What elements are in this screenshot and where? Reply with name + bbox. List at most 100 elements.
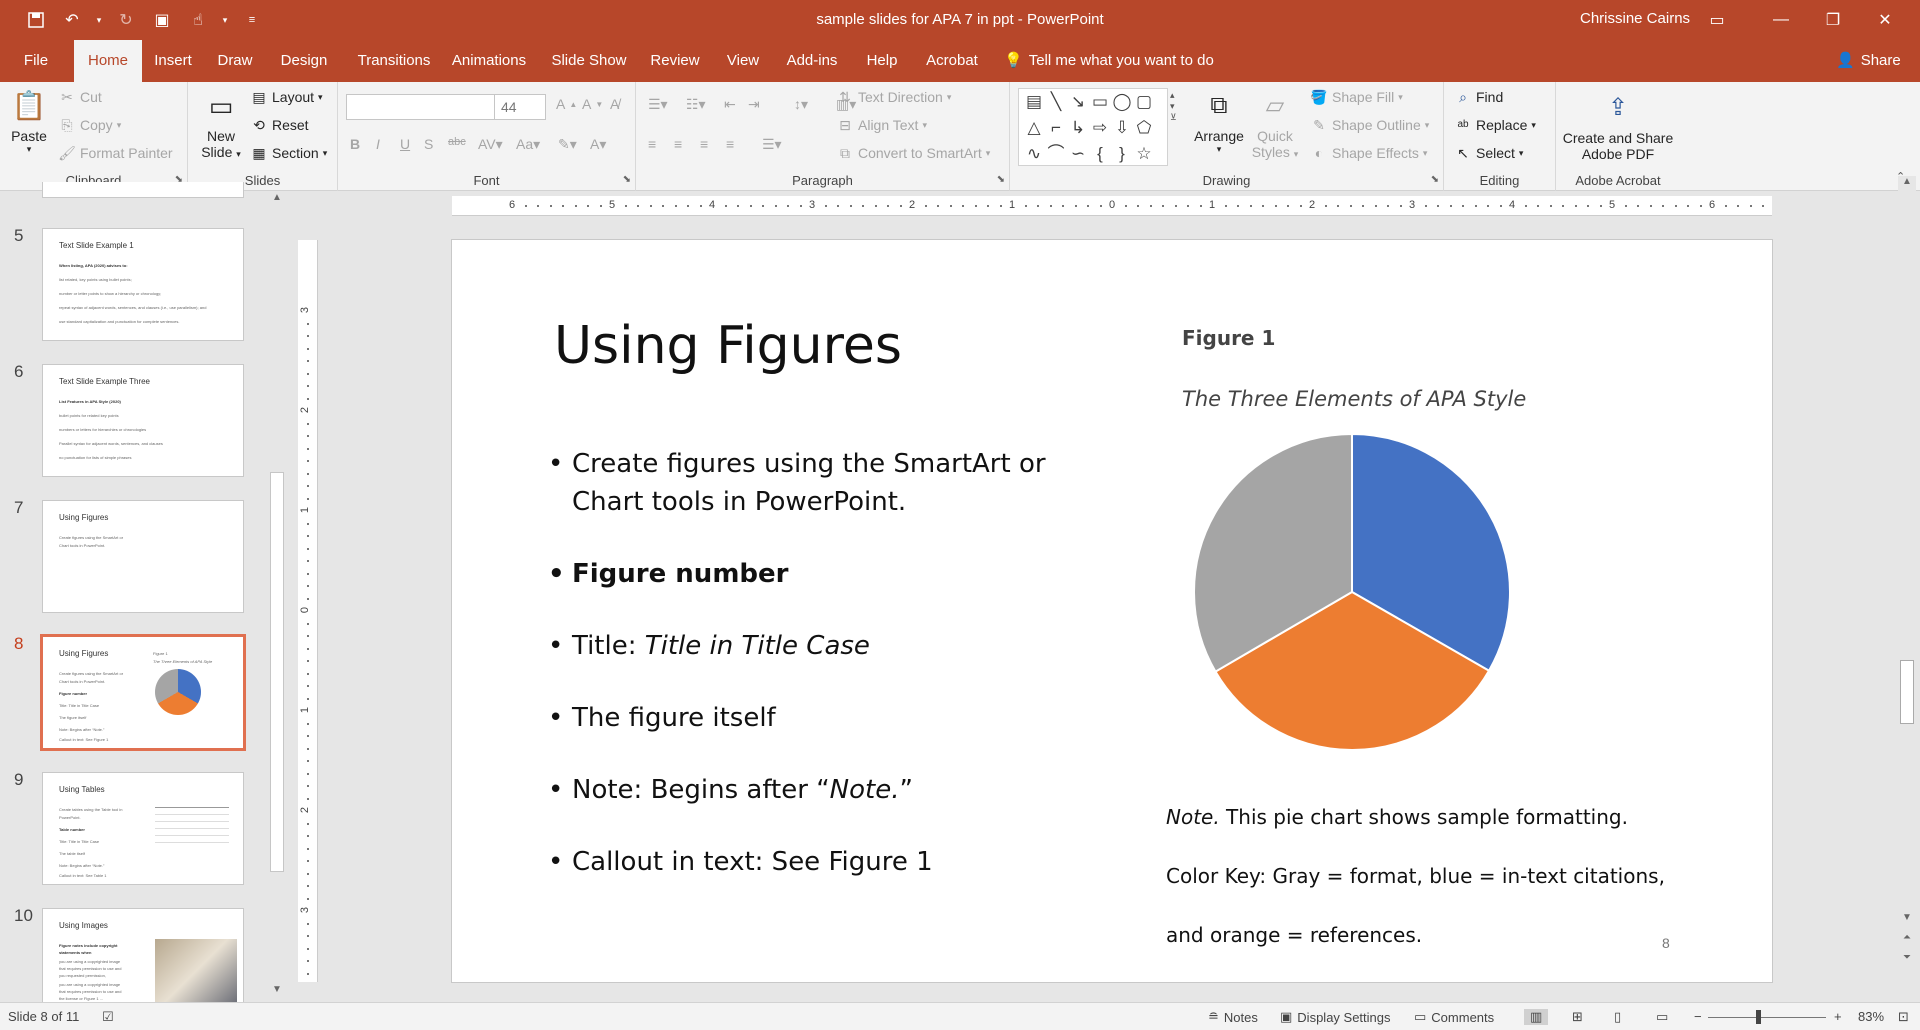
slide-thumbnail[interactable]: Text Slide Example 1 When listing, APA (… [42,228,244,341]
tab-animations[interactable]: Animations [446,40,532,82]
display-settings-button[interactable]: ▣ Display Settings [1280,1009,1391,1025]
decrease-font-icon[interactable]: A ▼ [582,96,603,112]
copy-button[interactable]: ⎘ Copy ▾ [58,116,121,134]
right-brace-shape-icon[interactable]: } [1111,141,1133,167]
clear-formatting-icon[interactable]: A̸ [610,96,619,112]
freeform-shape-icon[interactable]: ∿ [1023,141,1045,167]
font-name-box[interactable] [346,94,498,120]
cut-button[interactable]: ✂ Cut [58,88,102,106]
format-painter-button[interactable]: 🖌 Format Painter [58,144,172,162]
restore-icon[interactable]: ❐ [1810,0,1856,40]
elbow-arrow-shape-icon[interactable]: ↳ [1067,115,1089,141]
notes-button[interactable]: ≘ Notes [1208,1009,1258,1025]
line-shape-icon[interactable]: ╲ [1045,89,1067,115]
ribbon-display-options-icon[interactable]: ▭ [1694,0,1740,40]
bullet-list[interactable]: Create figures using the SmartArt or Cha… [548,445,1068,915]
scroll-up-icon[interactable]: ▲ [1898,176,1916,194]
triangle-shape-icon[interactable]: △ [1023,115,1045,141]
increase-font-icon[interactable]: A ▲ [556,96,577,112]
shape-effects-button[interactable]: ◐ Shape Effects ▾ [1310,144,1428,162]
figure-note[interactable]: Note. This pie chart shows sample format… [1166,788,1726,965]
character-spacing-icon[interactable]: AV▾ [478,136,503,153]
scrollbar-thumb[interactable] [270,472,284,872]
tab-add-ins[interactable]: Add-ins [780,40,844,82]
decrease-indent-icon[interactable]: ⇤ [724,96,736,113]
slide-thumbnail-active[interactable]: Using Figures Create figures using the S… [40,634,246,751]
reading-view-icon[interactable]: ▯ [1614,1009,1621,1025]
underline-icon[interactable]: U [400,136,410,152]
align-left-icon[interactable]: ≡ [648,136,656,152]
shape-fill-button[interactable]: 🪣 Shape Fill ▾ [1310,88,1403,106]
shape-outline-button[interactable]: ✎ Shape Outline ▾ [1310,116,1429,134]
curve-shape-icon[interactable]: ∽ [1067,141,1089,167]
convert-smartart-button[interactable]: ⧉ Convert to SmartArt ▾ [836,144,990,162]
section-button[interactable]: ▦ Section ▾ [250,144,327,162]
close-icon[interactable]: ✕ [1862,0,1908,40]
italic-icon[interactable]: I [376,136,380,152]
normal-view-icon[interactable]: ▥ [1524,1009,1549,1025]
slide-thumbnail[interactable]: Using Tables Create tables using the Tab… [42,772,244,885]
bullets-icon[interactable]: ☰▾ [648,96,668,113]
text-direction-button[interactable]: ⇅ Text Direction ▾ [836,88,951,106]
spell-check-icon[interactable]: ☑ [102,1009,114,1025]
horizontal-ruler[interactable]: 6 5 4 3 2 1 0 1 2 3 4 5 6 [452,196,1772,216]
tab-acrobat[interactable]: Acrobat [918,40,986,82]
tab-home[interactable]: Home [74,40,142,82]
previous-slide-icon[interactable]: ⏶ [1898,932,1916,950]
oval-shape-icon[interactable]: ◯ [1111,89,1133,115]
tell-me-box[interactable]: 💡 Tell me what you want to do [1004,40,1214,82]
arc-shape-icon[interactable]: ⌒ [1045,141,1067,167]
scroll-down-icon[interactable]: ▼ [268,984,286,1002]
scroll-down-icon[interactable]: ▼ [1898,912,1916,930]
tab-review[interactable]: Review [644,40,706,82]
user-name[interactable]: Chrissine Cairns [1580,10,1690,27]
font-color-icon[interactable]: A▾ [590,136,606,153]
star-shape-icon[interactable]: ☆ [1133,141,1155,167]
thumbnail-scrollbar[interactable]: ▲ ▼ [268,192,286,1002]
bold-icon[interactable]: B [350,136,360,152]
scroll-up-icon[interactable]: ▲ [268,192,286,210]
shapes-gallery-more-icon[interactable]: ▴ ▾ ⊻ [1170,90,1177,123]
slide-thumbnail[interactable]: Using Images Figure notes include copyri… [42,908,244,1002]
fit-slide-icon[interactable]: ⊡ [1898,1009,1909,1025]
arrow-line-shape-icon[interactable]: ↘ [1067,89,1089,115]
down-arrow-shape-icon[interactable]: ⇩ [1111,115,1133,141]
slide-canvas[interactable]: Using Figures Create figures using the S… [452,240,1772,982]
change-case-icon[interactable]: Aa▾ [516,136,540,153]
zoom-out-icon[interactable]: − [1694,1009,1702,1024]
slide-scrollbar[interactable]: ▲ ▼ ⏶ ⏷ [1898,176,1916,1002]
share-button[interactable]: 👤 Share [1836,40,1901,82]
numbering-icon[interactable]: ☷▾ [686,96,706,113]
paragraph-dialog-launcher-icon[interactable]: ⬊ [997,174,1005,185]
zoom-slider-thumb[interactable] [1756,1010,1761,1024]
new-slide-button[interactable]: ▭ New Slide ▾ [196,88,246,160]
line-spacing-icon[interactable]: ↕▾ [794,96,808,113]
slide-sorter-icon[interactable]: ⊞ [1572,1009,1583,1025]
pie-chart[interactable] [1192,432,1512,752]
zoom-slider-track[interactable] [1708,1017,1826,1018]
zoom-level[interactable]: 83% [1858,1009,1884,1024]
reset-button[interactable]: ⟲ Reset [250,116,308,134]
scrollbar-thumb[interactable] [1900,660,1914,724]
elbow-connector-shape-icon[interactable]: ⌐ [1045,115,1067,141]
layout-button[interactable]: ▤ Layout ▾ [250,88,322,106]
align-center-icon[interactable]: ≡ [674,136,682,152]
text-shadow-icon[interactable]: S [424,136,433,152]
rounded-rectangle-shape-icon[interactable]: ▢ [1133,89,1155,115]
zoom-in-icon[interactable]: + [1834,1009,1842,1024]
tab-transitions[interactable]: Transitions [348,40,440,82]
find-button[interactable]: ⌕ Find [1454,88,1503,106]
vertical-ruler[interactable]: 3 2 1 0 1 2 3 [298,240,318,982]
comments-button[interactable]: ▭ Comments [1414,1009,1494,1025]
tab-design[interactable]: Design [272,40,336,82]
align-text-button[interactable]: ⊟ Align Text ▾ [836,116,927,134]
figure-title[interactable]: The Three Elements of APA Style [1182,387,1526,411]
tab-help[interactable]: Help [858,40,906,82]
rectangle-shape-icon[interactable]: ▭ [1089,89,1111,115]
quick-styles-button[interactable]: ▱ Quick Styles ▾ [1250,88,1300,160]
slide-show-icon[interactable]: ▭ [1656,1009,1668,1025]
shapes-gallery[interactable]: ▤ ╲ ↘ ▭ ◯ ▢ △ ⌐ ↳ ⇨ ⇩ ⬠ ∿ ⌒ ∽{} ☆ [1018,88,1168,166]
tab-view[interactable]: View [718,40,768,82]
align-distributed-icon[interactable]: ☰▾ [762,136,782,153]
left-brace-shape-icon[interactable]: { [1089,141,1111,167]
